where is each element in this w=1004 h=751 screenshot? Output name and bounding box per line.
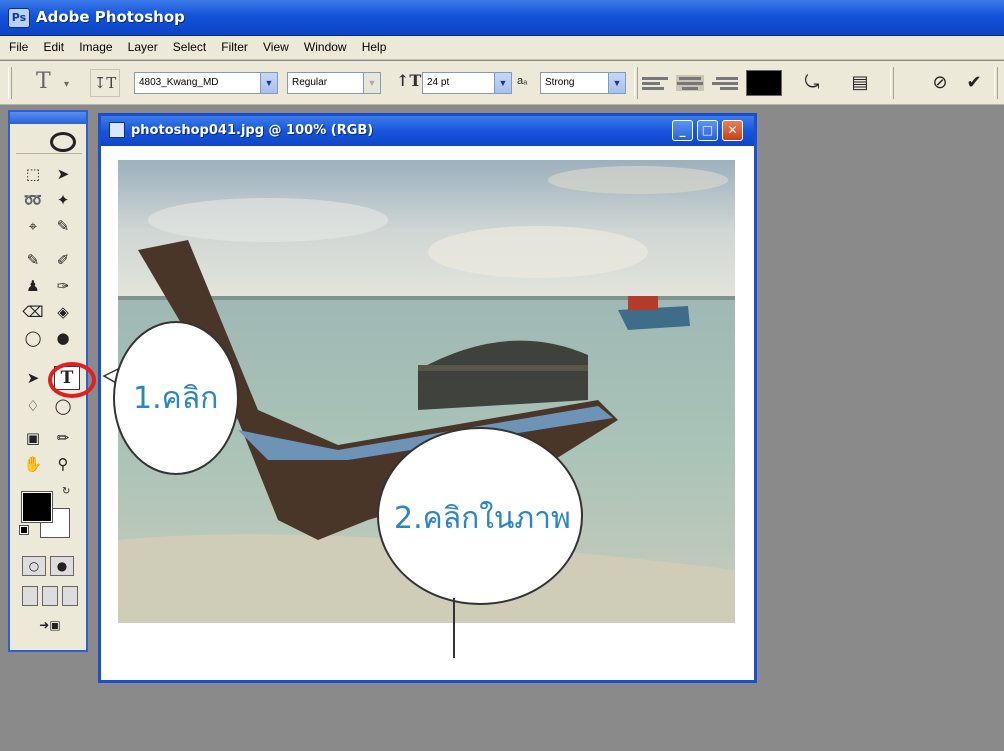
step2-label: 2.คลิกในภาพ	[394, 501, 571, 536]
photoshop-app: Ps Adobe Photoshop File Edit Image Layer…	[0, 0, 1004, 751]
annotation-overlay: 1.คลิก 2.คลิกในภาพ	[102, 321, 583, 658]
step1-label: 1.คลิก	[133, 381, 218, 416]
